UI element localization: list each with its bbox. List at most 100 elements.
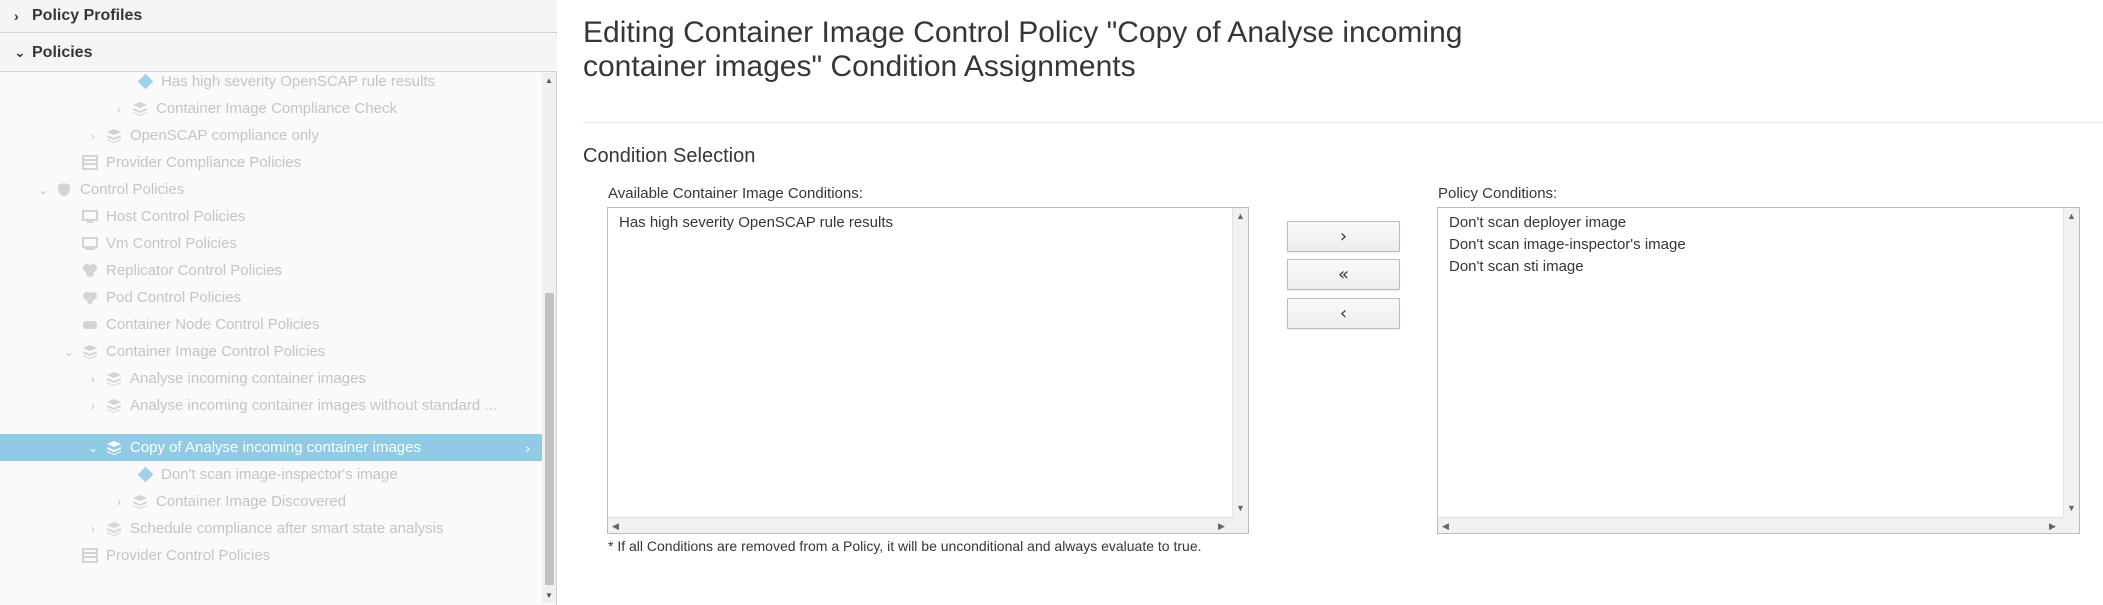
scroll-up-arrow-icon[interactable]: ▲ [2067,211,2076,221]
tree-item[interactable]: Vm Control Policies [0,230,542,257]
tree-item-label: Host Control Policies [106,208,246,225]
tree-item-label: Pod Control Policies [106,289,242,306]
tree-item[interactable]: › Container Image Discovered [0,488,542,515]
tree-item-label: Copy of Analyse incoming container image… [130,439,421,456]
tree-item[interactable]: Provider Control Policies [0,542,542,569]
chevron-right-icon: › [14,8,19,24]
horizontal-scrollbar[interactable]: ◀ ▶ [608,517,1233,533]
accordion-label: Policies [32,43,93,61]
chevron-right-icon[interactable]: › [86,399,100,413]
vertical-scrollbar[interactable]: ▲ ▼ [2063,208,2079,517]
condition-diamond-icon [137,466,154,483]
node-icon [82,317,100,332]
accordion-policies[interactable]: ⌄ Policies [0,34,557,72]
tree-item-label: Container Image Control Policies [106,343,326,360]
tree-item-label: Container Image Compliance Check [156,100,397,117]
tree-item-label: Replicator Control Policies [106,262,282,279]
replicator-icon [82,263,100,278]
tree-scrollbar-thumb[interactable] [545,293,554,585]
tree-item[interactable]: Don't scan image-inspector's image [0,461,542,488]
chevron-down-icon: ⌄ [14,44,26,60]
stack-icon [106,398,124,413]
host-icon [82,209,100,224]
tree-item-label: Provider Compliance Policies [106,154,302,171]
tree-item[interactable]: ⌄ Container Image Control Policies [0,338,542,365]
tree-item-label: Has high severity OpenSCAP rule results [161,73,436,90]
chevron-down-icon[interactable]: ⌄ [36,183,50,197]
tree-item-label: Control Policies [80,181,185,198]
tree-item-label: Container Node Control Policies [106,316,320,333]
stack-icon [132,494,150,509]
scroll-down-arrow-icon[interactable]: ▼ [1236,503,1245,513]
tree-item[interactable]: › Schedule compliance after smart state … [0,515,542,542]
chevron-down-icon[interactable]: ⌄ [86,441,100,455]
scrollbar-corner [1232,517,1248,533]
stack-icon [106,371,124,386]
scroll-down-arrow-icon[interactable]: ▼ [542,591,556,601]
scroll-up-arrow-icon[interactable]: ▲ [1236,211,1245,221]
chevron-right-icon[interactable]: › [112,102,126,116]
chevron-right-icon[interactable]: › [86,522,100,536]
folder-icon [82,155,100,170]
list-item[interactable]: Has high severity OpenSCAP rule results [619,212,893,234]
main-content: Editing Container Image Control Policy "… [558,0,2103,605]
scroll-down-arrow-icon[interactable]: ▼ [2067,503,2076,513]
scrollbar-corner [2063,517,2079,533]
chevron-right-icon[interactable]: › [112,495,126,509]
vm-icon [82,236,100,251]
tree-item[interactable]: Container Node Control Policies [0,311,542,338]
tree-item-label: OpenSCAP compliance only [130,127,319,144]
shield-icon [56,182,74,197]
page-title: Editing Container Image Control Policy "… [583,16,1463,83]
remove-condition-button[interactable]: ‹ [1287,298,1400,329]
tree-item-label: Container Image Discovered [156,493,347,510]
stack-icon [106,128,124,143]
horizontal-scrollbar[interactable]: ◀ ▶ [1438,517,2064,533]
tree-item[interactable]: › OpenSCAP compliance only [0,122,542,149]
list-item[interactable]: Don't scan image-inspector's image [1449,234,1686,256]
accordion-label: Policy Profiles [32,7,143,24]
tree-item[interactable]: › Container Image Compliance Check [0,95,542,122]
scroll-left-arrow-icon[interactable]: ◀ [612,521,619,531]
remove-all-conditions-button[interactable]: « [1287,259,1400,290]
add-condition-button[interactable]: › [1287,221,1400,252]
pod-icon [82,290,100,305]
tree-item[interactable]: Pod Control Policies [0,284,542,311]
stack-icon [82,344,100,359]
chevron-right-icon[interactable]: › [86,372,100,386]
accordion-policy-profiles[interactable]: › Policy Profiles [0,0,557,33]
sidebar: › Policy Profiles ⌄ Policies Has high se… [0,0,557,605]
policy-tree: Has high severity OpenSCAP rule results … [0,73,542,603]
scroll-left-arrow-icon[interactable]: ◀ [1442,521,1449,531]
chevron-right-icon: › [525,439,530,456]
footnote: * If all Conditions are removed from a P… [608,538,1202,554]
folder-icon [82,548,100,563]
vertical-scrollbar[interactable]: ▲ ▼ [1232,208,1248,517]
divider [583,122,2103,123]
tree-item-label: Don't scan image-inspector's image [161,466,398,483]
policy-conditions-list[interactable]: Don't scan deployer image Don't scan ima… [1437,207,2080,534]
available-conditions-list[interactable]: Has high severity OpenSCAP rule results … [607,207,1249,534]
tree-item-label: Analyse incoming container images [130,370,366,387]
tree-item[interactable]: Provider Compliance Policies [0,149,542,176]
section-title: Condition Selection [583,145,756,167]
chevron-down-icon[interactable]: ⌄ [62,345,76,359]
available-conditions-label: Available Container Image Conditions: [608,185,863,202]
tree-item[interactable]: › Analyse incoming container images with… [0,392,542,419]
tree-item-label: Analyse incoming container images withou… [130,397,497,414]
scroll-right-arrow-icon[interactable]: ▶ [2049,521,2056,531]
list-item[interactable]: Don't scan sti image [1449,256,1686,278]
tree-item[interactable]: ⌄ Control Policies [0,176,542,203]
tree-item[interactable]: Has high severity OpenSCAP rule results [0,73,542,95]
tree-item-label: Schedule compliance after smart state an… [130,520,444,537]
tree-item-selected[interactable]: ⌄ Copy of Analyse incoming container ima… [0,434,542,461]
tree-item[interactable]: Host Control Policies [0,203,542,230]
tree-item[interactable]: › Analyse incoming container images [0,365,542,392]
stack-icon [106,440,124,455]
tree-item[interactable]: Replicator Control Policies [0,257,542,284]
chevron-right-icon[interactable]: › [86,129,100,143]
stack-icon [106,521,124,536]
scroll-up-arrow-icon[interactable]: ▲ [542,76,556,86]
list-item[interactable]: Don't scan deployer image [1449,212,1686,234]
scroll-right-arrow-icon[interactable]: ▶ [1218,521,1225,531]
